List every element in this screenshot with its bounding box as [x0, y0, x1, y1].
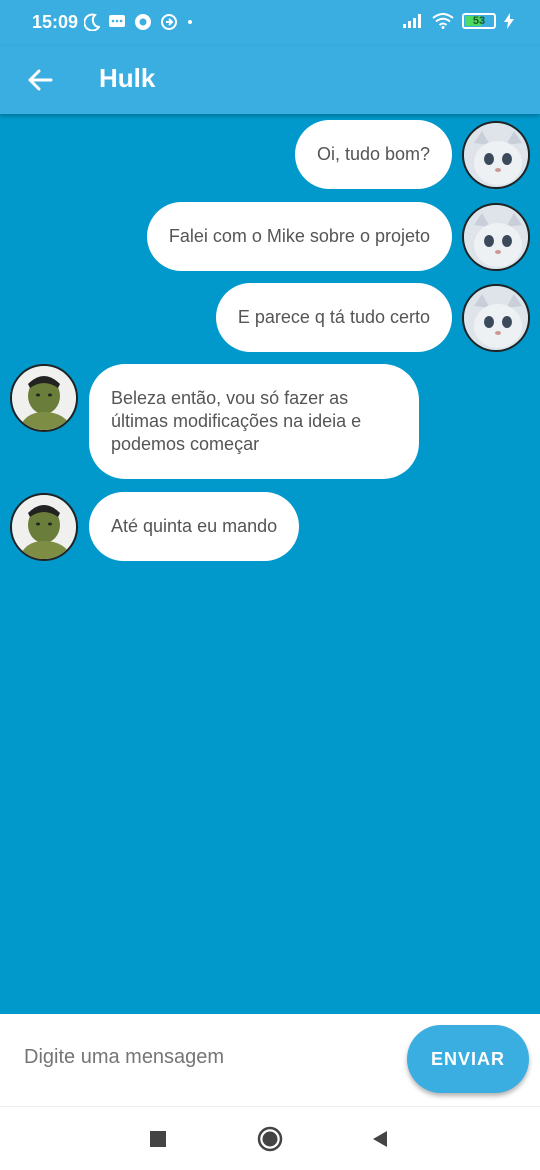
battery-icon: 53 [462, 13, 496, 29]
moon-icon [84, 13, 100, 31]
message-bubble: Até quinta eu mando [89, 492, 300, 561]
app-bar: Hulk [0, 46, 540, 114]
chrome-icon [135, 14, 151, 30]
circle-icon [257, 1126, 283, 1152]
system-nav-bar [0, 1106, 540, 1170]
message-input[interactable] [24, 1046, 384, 1069]
recent-apps-button[interactable] [144, 1125, 172, 1153]
nav-back-button[interactable] [366, 1125, 394, 1153]
chat-title: Hulk [99, 63, 156, 93]
battery-level: 53 [472, 15, 486, 27]
dot-icon [188, 20, 192, 24]
chat-icon [109, 15, 125, 27]
message-bubble: Falei com o Mike sobre o projeto [146, 202, 452, 271]
system-icons: 53 [402, 13, 514, 29]
arrow-left-icon [28, 69, 53, 91]
wifi-icon [432, 13, 454, 29]
message-bubble: Beleza então, vou só fazer as últimas mo… [89, 364, 419, 479]
back-button[interactable] [22, 62, 58, 98]
chat-area[interactable]: Oi, tudo bom? Falei com o Mike sobre o p… [0, 114, 540, 1014]
message-row: Falei com o Mike sobre o projeto [146, 202, 530, 271]
status-bar: 15:09 53 [0, 0, 540, 46]
message-bubble: Oi, tudo bom? [294, 120, 452, 189]
user-avatar [462, 202, 530, 271]
triangle-icon [373, 1131, 387, 1147]
composer-bar: ENVIAR [0, 1014, 540, 1106]
user-avatar [462, 283, 530, 352]
user-avatar [462, 120, 530, 189]
contact-avatar [10, 492, 78, 561]
sync-icon [161, 14, 177, 30]
square-icon [150, 1131, 166, 1147]
contact-avatar [10, 364, 78, 432]
home-button[interactable] [256, 1125, 284, 1153]
charging-icon [504, 13, 514, 29]
message-row: E parece q tá tudo certo [215, 283, 530, 352]
message-row: Beleza então, vou só fazer as últimas mo… [10, 364, 419, 479]
message-row: Oi, tudo bom? [294, 120, 530, 189]
notification-icons [84, 13, 194, 31]
message-bubble: E parece q tá tudo certo [215, 283, 452, 352]
signal-icon [403, 14, 421, 28]
status-time: 15:09 [32, 12, 79, 32]
message-row: Até quinta eu mando [10, 492, 300, 561]
send-button[interactable]: ENVIAR [407, 1025, 529, 1093]
